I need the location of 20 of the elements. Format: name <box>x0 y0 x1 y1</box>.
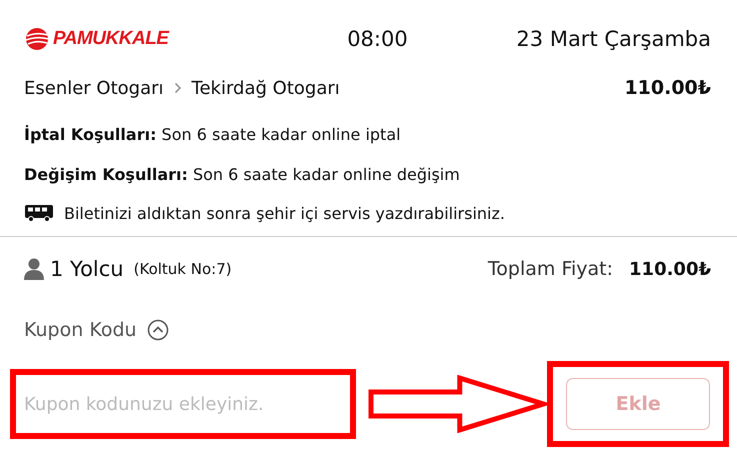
logo-text: PAMUKKALE <box>53 28 168 50</box>
coupon-label: Kupon Kodu <box>24 319 137 341</box>
coupon-input[interactable]: Kupon kodunuzu ekleyiniz. <box>10 369 356 439</box>
chevron-up-icon[interactable] <box>146 319 169 341</box>
destination-station: Tekirdağ Otogarı <box>192 78 340 98</box>
condition-text: İptal Koşulları: Son 6 saate kadar online iptal <box>24 124 401 144</box>
travel-date: 23 Mart Çarşamba <box>516 27 711 51</box>
ticket-price: 110.00₺ <box>624 77 711 99</box>
seat-number: (Koltuk No:7) <box>134 260 232 278</box>
total-label: Toplam Fiyat: <box>488 258 614 280</box>
passenger-count: 1 Yolcu <box>50 257 124 281</box>
person-icon <box>24 258 44 280</box>
bus-icon <box>24 204 54 222</box>
notice-text: Biletinizi aldıktan sonra şehir içi servis yazdırabilirsiniz. <box>64 204 505 222</box>
chevron-right-icon <box>174 82 182 94</box>
origin-station: Esenler Otogarı <box>24 78 164 98</box>
total-price: 110.00₺ <box>629 258 711 280</box>
condition-text: Değişim Koşulları: Son 6 saate kadar online değişim <box>24 164 460 184</box>
departure-time: 08:00 <box>347 27 408 51</box>
logo-icon <box>24 27 50 51</box>
